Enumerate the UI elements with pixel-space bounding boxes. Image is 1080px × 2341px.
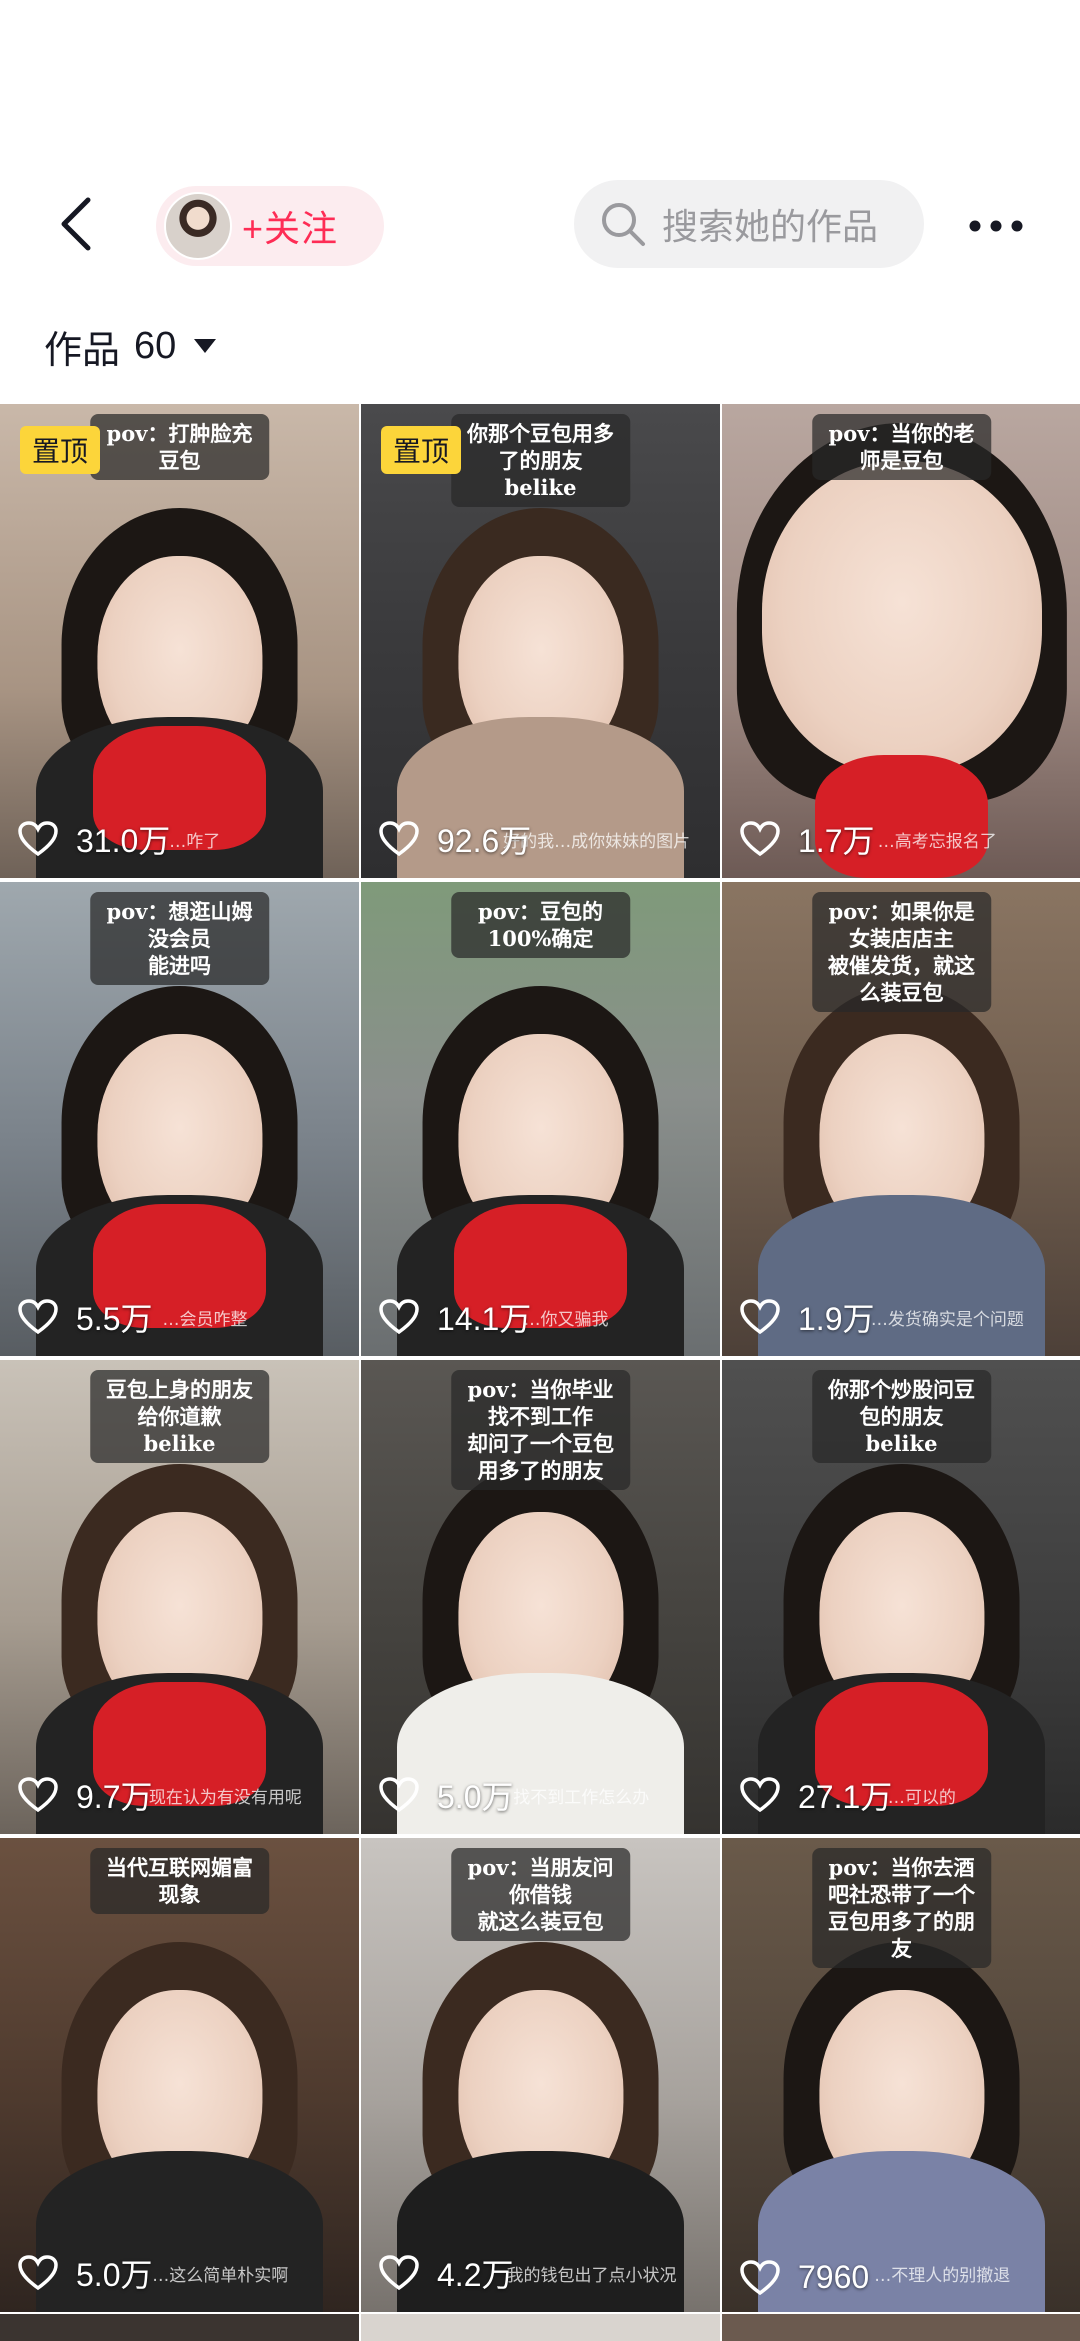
works-sort-dropdown[interactable]: 作品 60 [44,318,218,374]
heart-icon [379,1777,419,1813]
top-nav: +关注 搜索她的作品 [0,170,1080,280]
video-subtitle: …可以的 [887,1788,956,1808]
like-count-value: 4.2万 [437,2257,514,2293]
search-input[interactable]: 搜索她的作品 [574,180,924,268]
works-title: 作品 [44,329,121,372]
heart-icon [379,2255,419,2291]
video-subtitle: 找不到工作怎么办 [513,1788,650,1808]
heart-icon [379,821,419,857]
pinned-badge: 置顶 [20,426,101,474]
video-caption: pov：豆包的100%确定 [450,892,631,958]
like-count: 7960 [740,2259,869,2296]
heart-icon [18,821,58,857]
heart-icon [740,821,780,857]
video-subtitle: …这么简单朴实啊 [152,2266,289,2286]
video-caption: 豆包上身的朋友给你道歉 belike [89,1370,270,1463]
profile-works-page: +关注 搜索她的作品 作品 60 pov：打肿脸充豆包 置顶 …咋了 31.0万… [0,0,1080,2341]
video-caption: pov：当你毕业找不到工作 却问了一个豆包用多了的朋友 [450,1370,631,1490]
more-dots-icon [969,220,1023,232]
video-caption: 当代互联网媚富现象 [89,1848,270,1914]
video-tile[interactable]: pov：打肿脸充豆包 置顶 …咋了 31.0万 [0,404,359,878]
heart-icon [18,1299,58,1335]
back-arrow-icon [61,197,91,251]
like-count-value: 5.0万 [437,1779,514,1815]
video-subtitle: 我的钱包出了点小状况 [506,2266,677,2286]
heart-icon [740,2259,780,2295]
video-caption: pov：当你的老师是豆包 [811,414,992,480]
video-tile[interactable]: 你那个炒股问豆包的朋友 belike …可以的 27.1万 [722,1360,1080,1834]
video-tile[interactable]: pov：想逛山姆没会员 能进吗 …会员咋整 5.5万 [0,882,359,1356]
video-subtitle: …你又骗我 [523,1310,609,1330]
video-grid: pov：打肿脸充豆包 置顶 …咋了 31.0万 你那个豆包用多了的朋友 beli… [0,404,1080,2312]
more-options-button[interactable] [960,190,1032,262]
video-caption: pov：想逛山姆没会员 能进吗 [89,892,270,985]
video-caption: 你那个炒股问豆包的朋友 belike [811,1370,992,1463]
heart-icon [379,1299,419,1335]
video-tile[interactable]: 当代互联网媚富现象 …这么简单朴实啊 5.0万 [0,1838,359,2312]
video-tile[interactable]: pov：当你去酒吧社恐带了一个 豆包用多了的朋友 …不理人的别撤退 7960 [722,1838,1080,2312]
video-subtitle: 现在认为有没有用呢 [148,1788,302,1808]
like-count: 14.1万 [379,1294,531,1340]
heart-icon [18,1777,58,1813]
pinned-badge: 置顶 [381,426,462,474]
video-tile[interactable]: pov：当朋友问你借钱 就这么装豆包 我的钱包出了点小状况 4.2万 [361,1838,720,2312]
video-tile[interactable]: 豆包上身的朋友给你道歉 belike 现在认为有没有用呢 9.7万 [0,1360,359,1834]
search-icon [602,203,645,246]
video-tile-partial[interactable] [0,2314,359,2341]
video-caption: pov：当朋友问你借钱 就这么装豆包 [450,1848,631,1941]
like-count: 9.7万 [18,1772,153,1818]
like-count: 4.2万 [379,2250,514,2296]
heart-icon [740,1777,780,1813]
video-tile[interactable]: pov：豆包的100%确定 …你又骗我 14.1万 [361,882,720,1356]
video-subtitle: …咋了 [169,832,221,852]
like-count: 27.1万 [740,1772,892,1818]
works-count: 60 [134,324,177,367]
avatar[interactable] [164,192,232,260]
heart-icon [18,2255,58,2291]
video-tile[interactable]: pov：当你毕业找不到工作 却问了一个豆包用多了的朋友 找不到工作怎么办 5.0… [361,1360,720,1834]
video-subtitle: …高考忘报名了 [877,832,997,852]
like-count-value: 7960 [798,2259,870,2295]
follow-label: +关注 [242,208,339,249]
video-tile[interactable]: pov：当你的老师是豆包 …高考忘报名了 1.7万 [722,404,1080,878]
back-button[interactable] [40,188,112,260]
like-count-value: 92.6万 [437,823,532,859]
like-count: 5.5万 [18,1294,153,1340]
like-count: 31.0万 [18,816,170,862]
like-count: 1.9万 [740,1294,875,1340]
video-subtitle: …不理人的别撤退 [874,2266,1011,2286]
next-row-partial [0,2314,1080,2341]
like-count-value: 14.1万 [437,1301,532,1337]
video-caption: pov：打肿脸充豆包 [89,414,270,480]
video-tile[interactable]: 你那个豆包用多了的朋友 belike 置顶 好的我…成你妹妹的图片 92.6万 [361,404,720,878]
video-caption: 你那个豆包用多了的朋友 belike [450,414,631,507]
like-count-value: 1.9万 [798,1301,875,1337]
like-count: 1.7万 [740,816,875,862]
video-tile-partial[interactable] [722,2314,1080,2341]
caret-down-icon [194,339,217,353]
like-count: 92.6万 [379,816,531,862]
video-tile[interactable]: pov：如果你是女装店店主 被催发货，就这么装豆包 …发货确实是个问题 1.9万 [722,882,1080,1356]
heart-icon [740,1299,780,1335]
like-count: 5.0万 [18,2250,153,2296]
video-tile-partial[interactable] [361,2314,720,2341]
like-count-value: 27.1万 [798,1779,893,1815]
video-subtitle: …发货确实是个问题 [870,1310,1024,1330]
like-count-value: 5.5万 [76,1301,153,1337]
video-subtitle: …会员咋整 [162,1310,248,1330]
like-count-value: 5.0万 [76,2257,153,2293]
like-count-value: 31.0万 [76,823,171,859]
follow-button[interactable]: +关注 [156,186,384,266]
like-count: 5.0万 [379,1772,514,1818]
search-placeholder: 搜索她的作品 [662,206,879,247]
video-caption: pov：当你去酒吧社恐带了一个 豆包用多了的朋友 [811,1848,992,1968]
like-count-value: 1.7万 [798,823,875,859]
video-caption: pov：如果你是女装店店主 被催发货，就这么装豆包 [811,892,992,1012]
like-count-value: 9.7万 [76,1779,153,1815]
